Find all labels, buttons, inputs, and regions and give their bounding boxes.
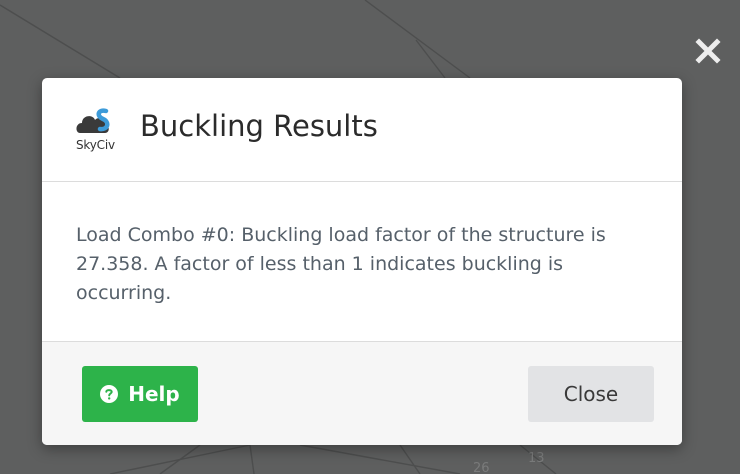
help-button[interactable]: Help <box>82 366 198 422</box>
close-button[interactable]: Close <box>528 366 654 422</box>
close-icon <box>695 38 721 64</box>
logo-text: SkyCiv <box>76 138 115 152</box>
buckling-message: Load Combo #0: Buckling load factor of t… <box>76 224 606 304</box>
dialog-footer: Help Close <box>42 342 682 445</box>
cloud-icon <box>76 108 110 133</box>
question-circle-icon <box>100 385 119 403</box>
help-button-label: Help <box>128 382 180 406</box>
dialog-header: SkyCiv Buckling Results <box>42 78 682 182</box>
skyciv-logo: SkyCiv <box>76 105 126 153</box>
dialog-body: Load Combo #0: Buckling load factor of t… <box>42 182 682 342</box>
node-label: 26 <box>473 461 490 474</box>
dialog-title: Buckling Results <box>140 109 378 143</box>
node-label: 13 <box>528 451 545 466</box>
buckling-results-dialog: SkyCiv Buckling Results Load Combo #0: B… <box>42 78 682 445</box>
overlay-close-button[interactable] <box>694 37 722 65</box>
